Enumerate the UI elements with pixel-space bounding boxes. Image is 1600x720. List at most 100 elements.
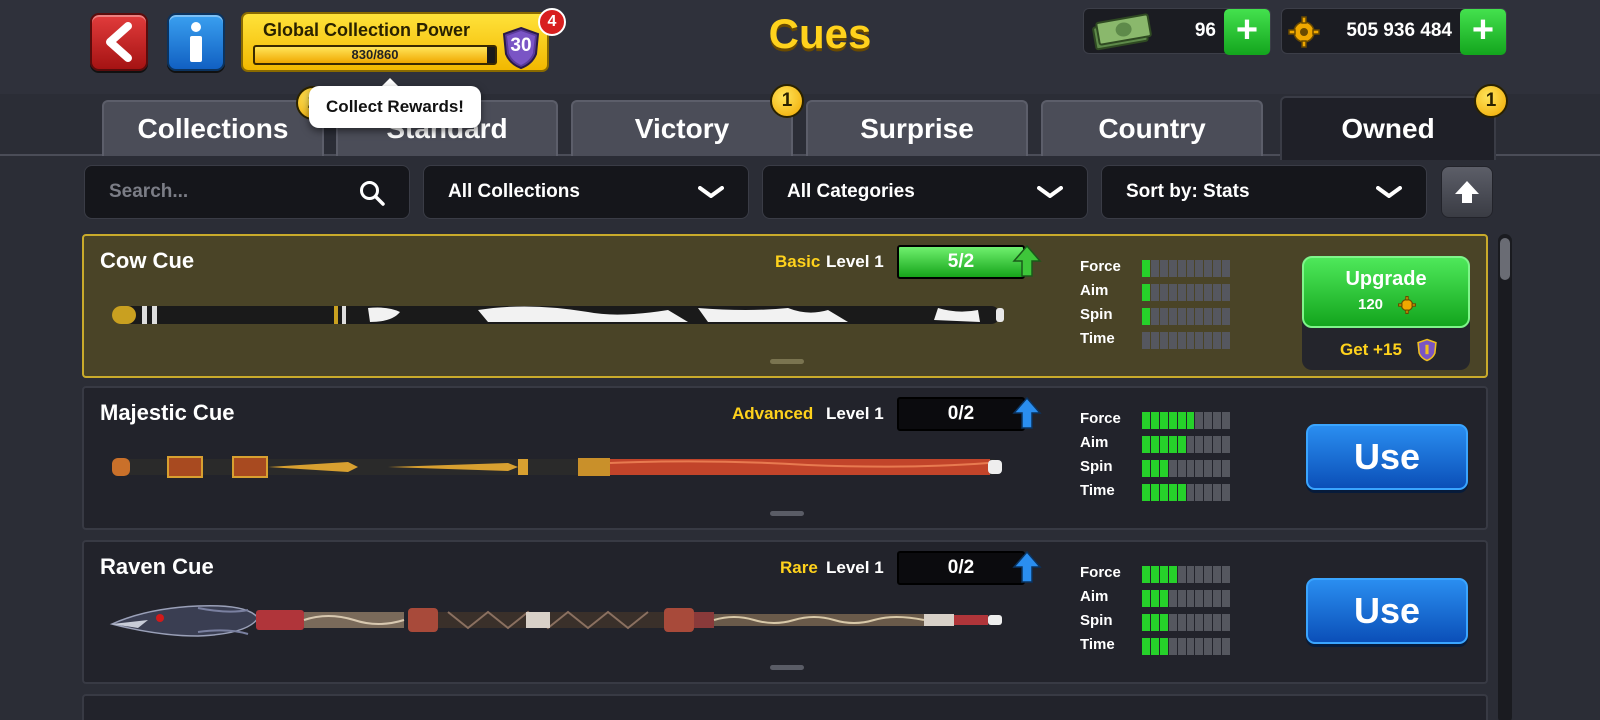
stat-segment (1177, 614, 1186, 631)
stat-bar-aim (1142, 590, 1231, 607)
drag-handle[interactable] (770, 359, 804, 364)
cue-level: Level 1 (826, 404, 884, 423)
scroll-thumb[interactable] (1500, 238, 1510, 280)
chevron-down-icon (1376, 186, 1402, 198)
search-icon[interactable] (359, 180, 385, 206)
stat-segment (1195, 638, 1204, 655)
stat-bar-aim (1142, 436, 1231, 453)
sort-dropdown[interactable]: Sort by: Stats (1101, 165, 1427, 219)
stat-segment (1142, 412, 1150, 429)
collection-power-progress: 830/860 (351, 47, 399, 62)
stat-label-aim: Aim (1080, 588, 1109, 605)
upgrade-button[interactable]: Upgrade 120 (1302, 256, 1470, 328)
collections-dropdown-value: All Collections (448, 181, 580, 202)
stat-segment (1159, 436, 1168, 453)
drag-handle[interactable] (770, 511, 804, 516)
tab-label: Owned (1341, 113, 1435, 144)
stat-bar-force (1142, 260, 1231, 277)
cue-row-next[interactable] (82, 694, 1488, 720)
add-coins-button[interactable]: + (1460, 9, 1506, 55)
use-button[interactable]: Use (1306, 578, 1468, 644)
categories-dropdown-value: All Categories (787, 181, 915, 202)
chevron-down-icon (698, 186, 724, 198)
stat-segment (1195, 284, 1204, 301)
stat-segment (1150, 436, 1159, 453)
tab-collections[interactable]: Collections (102, 100, 324, 156)
plus-icon: + (1471, 9, 1495, 51)
stat-segment (1222, 638, 1231, 655)
tab-victory[interactable]: Victory (571, 100, 793, 156)
cue-progress-bar: 0/2 (897, 397, 1025, 431)
cash-icon (1092, 13, 1152, 51)
stat-segment (1195, 566, 1204, 583)
stat-segment (1213, 284, 1222, 301)
cue-row-cow[interactable]: Cow Cue Basic Level 1 5/2 Force Aim Spin… (82, 234, 1488, 378)
cue-progress-text: 5/2 (947, 251, 975, 272)
stat-segment (1168, 436, 1177, 453)
bonus-label: Get +15 (1340, 340, 1402, 359)
stat-bar-time (1142, 484, 1231, 501)
collections-dropdown[interactable]: All Collections (423, 165, 749, 219)
stat-segment (1168, 590, 1177, 607)
stat-segment (1142, 638, 1150, 655)
power-shield-icon (1417, 338, 1437, 362)
stat-segment (1168, 638, 1177, 655)
tab-surprise[interactable]: Surprise (806, 100, 1028, 156)
stat-segment (1159, 308, 1168, 325)
stat-bar-spin (1142, 460, 1231, 477)
use-button[interactable]: Use (1306, 424, 1468, 490)
stat-segment (1204, 566, 1213, 583)
stat-segment (1195, 308, 1204, 325)
cue-row-raven[interactable]: Raven Cue Rare Level 1 0/2 Force Aim Spi… (82, 540, 1488, 684)
stat-segment (1222, 332, 1231, 349)
stat-segment (1213, 590, 1222, 607)
categories-dropdown[interactable]: All Categories (762, 165, 1088, 219)
cue-row-majestic[interactable]: Majestic Cue Advanced Level 1 0/2 Force … (82, 386, 1488, 530)
stat-segment (1168, 460, 1177, 477)
search-box[interactable] (84, 165, 410, 219)
stat-segment (1204, 436, 1213, 453)
stat-bar-time (1142, 638, 1231, 655)
power-level: 30 (510, 35, 532, 56)
level-up-arrow-icon (1012, 550, 1042, 583)
stat-segment (1222, 590, 1231, 607)
stat-segment (1177, 412, 1186, 429)
stat-segment (1195, 484, 1204, 501)
search-input[interactable] (109, 181, 349, 203)
collect-rewards-tooltip[interactable]: Collect Rewards! (309, 86, 481, 128)
back-button[interactable] (90, 13, 148, 71)
stat-segment (1142, 460, 1150, 477)
stat-segment (1186, 308, 1195, 325)
tab-owned[interactable]: Owned (1280, 96, 1496, 160)
tab-country[interactable]: Country (1041, 100, 1263, 156)
list-scrollbar[interactable] (1498, 234, 1512, 720)
stat-segment (1204, 332, 1213, 349)
stat-segment (1222, 412, 1231, 429)
add-cash-button[interactable]: + (1224, 9, 1270, 55)
cue-name: Cow Cue (100, 248, 195, 273)
stat-segment (1195, 412, 1204, 429)
stat-segment (1195, 436, 1204, 453)
stat-segment (1150, 590, 1159, 607)
stat-segment (1186, 566, 1195, 583)
stat-segment (1177, 566, 1186, 583)
drag-handle[interactable] (770, 665, 804, 670)
stat-segment (1168, 284, 1177, 301)
cash-balance: 96 + (1083, 8, 1271, 55)
collection-power-bar: 830/860 (253, 45, 497, 65)
cash-amount: 96 (1194, 20, 1216, 41)
tab-badge-victory: 1 (770, 84, 804, 118)
stat-segment (1186, 484, 1195, 501)
coin-balance: 505 936 484 + (1281, 8, 1507, 55)
level-up-arrow-icon (1012, 396, 1042, 429)
stat-bar-spin (1142, 614, 1231, 631)
sort-direction-button[interactable] (1441, 166, 1493, 218)
stat-segment (1177, 284, 1186, 301)
stat-bar-spin (1142, 308, 1231, 325)
stat-segment (1168, 260, 1177, 277)
stat-segment (1168, 614, 1177, 631)
cue-rarity: Advanced (732, 404, 814, 423)
stat-segment (1159, 590, 1168, 607)
stat-segment (1159, 412, 1168, 429)
info-button[interactable] (167, 13, 225, 71)
